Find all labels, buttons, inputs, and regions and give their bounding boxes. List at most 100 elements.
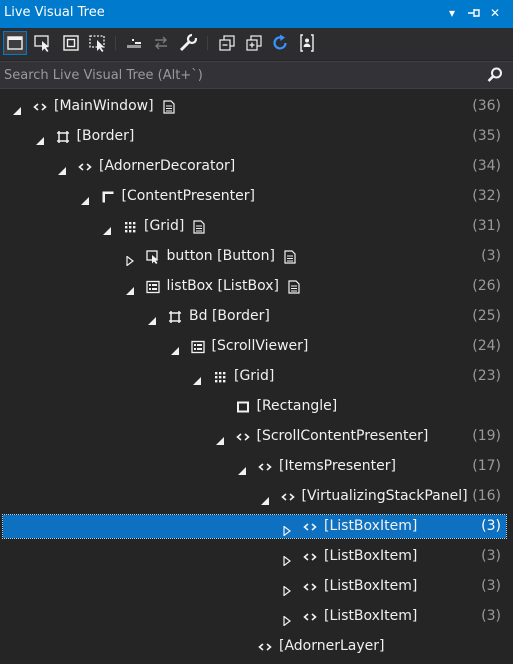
tree-node-label: [VirtualizingStackPanel] (301, 488, 468, 504)
code-element-icon (303, 519, 317, 533)
tree-node[interactable]: listBox [ListBox] (26) (0, 272, 513, 302)
tree-node[interactable]: [ContentPresenter] (32) (0, 182, 513, 212)
pin-icon[interactable] (465, 4, 483, 22)
collapse-arrow-icon[interactable] (125, 281, 135, 295)
go-to-source-icon[interactable] (163, 99, 175, 114)
collapse-arrow-icon[interactable] (237, 461, 247, 475)
select-element-icon[interactable] (32, 32, 54, 54)
tree-node[interactable]: [AdornerDecorator] (34) (0, 152, 513, 182)
panel-title: Live Visual Tree (4, 5, 105, 20)
tree-node[interactable]: [ItemsPresenter] (17) (0, 452, 513, 482)
code-element-icon (33, 99, 47, 113)
tree-node-label: [ListBoxItem] (324, 518, 418, 534)
tree-node[interactable]: Bd [Border] (25) (0, 302, 513, 332)
descendant-count: (19) (472, 428, 501, 444)
back-to-source-icon[interactable] (150, 32, 172, 54)
button-element-icon (145, 249, 160, 264)
search-box (0, 61, 513, 89)
expand-arrow-icon[interactable] (125, 251, 135, 267)
expand-all-icon[interactable] (243, 32, 265, 54)
show-just-my-xaml-icon[interactable] (296, 32, 318, 54)
live-visual-tree-panel: Live Visual Tree ▾ ✕ Search Live Visual … (0, 0, 513, 664)
tree-node[interactable]: [ListBoxItem] (3) (0, 512, 513, 542)
descendant-count: (3) (481, 518, 501, 534)
descendant-count: (31) (472, 218, 501, 234)
descendant-count: (3) (481, 578, 501, 594)
grid-element-icon (123, 219, 137, 233)
close-icon[interactable]: ✕ (486, 4, 504, 22)
tree-node[interactable]: [ListBoxItem] (3) (0, 602, 513, 632)
descendant-count: (17) (472, 458, 501, 474)
search-icon[interactable] (486, 66, 504, 84)
descendant-count: (32) (472, 188, 501, 204)
collapse-arrow-icon[interactable] (170, 341, 180, 355)
toolbar (0, 28, 513, 60)
select-in-running-app-icon[interactable] (3, 31, 27, 55)
collapse-arrow-icon[interactable] (215, 431, 225, 445)
search-input[interactable] (4, 65, 474, 85)
refresh-icon[interactable] (269, 32, 291, 54)
code-element-icon (303, 549, 317, 563)
border-element-icon (56, 129, 70, 143)
tree-node-label: Bd [Border] (189, 308, 270, 324)
tree-node[interactable]: [Border] (35) (0, 122, 513, 152)
tree-node-label: [Grid] (144, 218, 185, 234)
collapse-all-icon[interactable] (216, 32, 238, 54)
content-element-icon (101, 189, 115, 203)
collapse-arrow-icon[interactable] (192, 371, 202, 385)
collapse-arrow-icon[interactable] (260, 491, 270, 505)
descendant-count: (3) (481, 248, 501, 264)
collapse-arrow-icon[interactable] (57, 161, 67, 175)
tree-node-label: button [Button] (166, 248, 275, 264)
rect-element-icon (236, 399, 250, 413)
collapse-arrow-icon[interactable] (102, 221, 112, 235)
descendant-count: (26) (472, 278, 501, 294)
tree-node-label: [ContentPresenter] (121, 188, 256, 204)
track-focused-element-icon[interactable] (87, 32, 109, 54)
display-layout-adorners-icon[interactable] (60, 32, 82, 54)
expand-arrow-icon[interactable] (282, 581, 292, 597)
code-element-icon (258, 459, 272, 473)
tree-node-label: [ListBoxItem] (324, 548, 418, 564)
descendant-count: (3) (481, 608, 501, 624)
expand-arrow-icon[interactable] (282, 521, 292, 537)
collapse-arrow-icon[interactable] (12, 101, 22, 115)
tree-node[interactable]: [MainWindow] (36) (0, 92, 513, 122)
descendant-count: (24) (472, 338, 501, 354)
tree-node[interactable]: [ListBoxItem] (3) (0, 542, 513, 572)
collapse-arrow-icon[interactable] (80, 191, 90, 205)
tree-node-label: [ItemsPresenter] (279, 458, 396, 474)
collapse-arrow-icon[interactable] (147, 311, 157, 325)
tree-node[interactable]: [AdornerLayer] (0, 632, 513, 662)
go-to-source-icon[interactable] (284, 249, 296, 264)
descendant-count: (23) (472, 368, 501, 384)
tree-node[interactable]: [ScrollContentPresenter] (19) (0, 422, 513, 452)
tree-node[interactable]: [Grid] (23) (0, 362, 513, 392)
tree-node-label: [ScrollContentPresenter] (256, 428, 429, 444)
descendant-count: (25) (472, 308, 501, 324)
tree-node[interactable]: [Grid] (31) (0, 212, 513, 242)
expand-arrow-icon[interactable] (282, 611, 292, 627)
panel-titlebar: Live Visual Tree ▾ ✕ (0, 0, 513, 28)
go-to-live-visual-tree-icon[interactable] (123, 32, 145, 54)
dropdown-icon[interactable]: ▾ (443, 4, 461, 22)
tree-node-label: [MainWindow] (54, 98, 154, 114)
tree-node[interactable]: [VirtualizingStackPanel] (16) (0, 482, 513, 512)
tree-node[interactable]: button [Button] (3) (0, 242, 513, 272)
tree-node-label: [Border] (76, 128, 135, 144)
selection-highlight (2, 514, 507, 539)
grid-element-icon (213, 369, 227, 383)
descendant-count: (35) (472, 128, 501, 144)
tree-node-label: [ListBoxItem] (324, 608, 418, 624)
go-to-source-icon[interactable] (288, 279, 300, 294)
expand-arrow-icon[interactable] (282, 551, 292, 567)
border-element-icon (168, 309, 182, 323)
tree-node[interactable]: [Rectangle] (0, 392, 513, 422)
tree-node[interactable]: [ListBoxItem] (3) (0, 572, 513, 602)
descendant-count: (16) (472, 488, 501, 504)
collapse-arrow-icon[interactable] (35, 131, 45, 145)
go-to-source-icon[interactable] (193, 219, 205, 234)
tree-node-label: [AdornerLayer] (279, 638, 385, 654)
show-properties-icon[interactable] (177, 32, 199, 54)
tree-node[interactable]: [ScrollViewer] (24) (0, 332, 513, 362)
